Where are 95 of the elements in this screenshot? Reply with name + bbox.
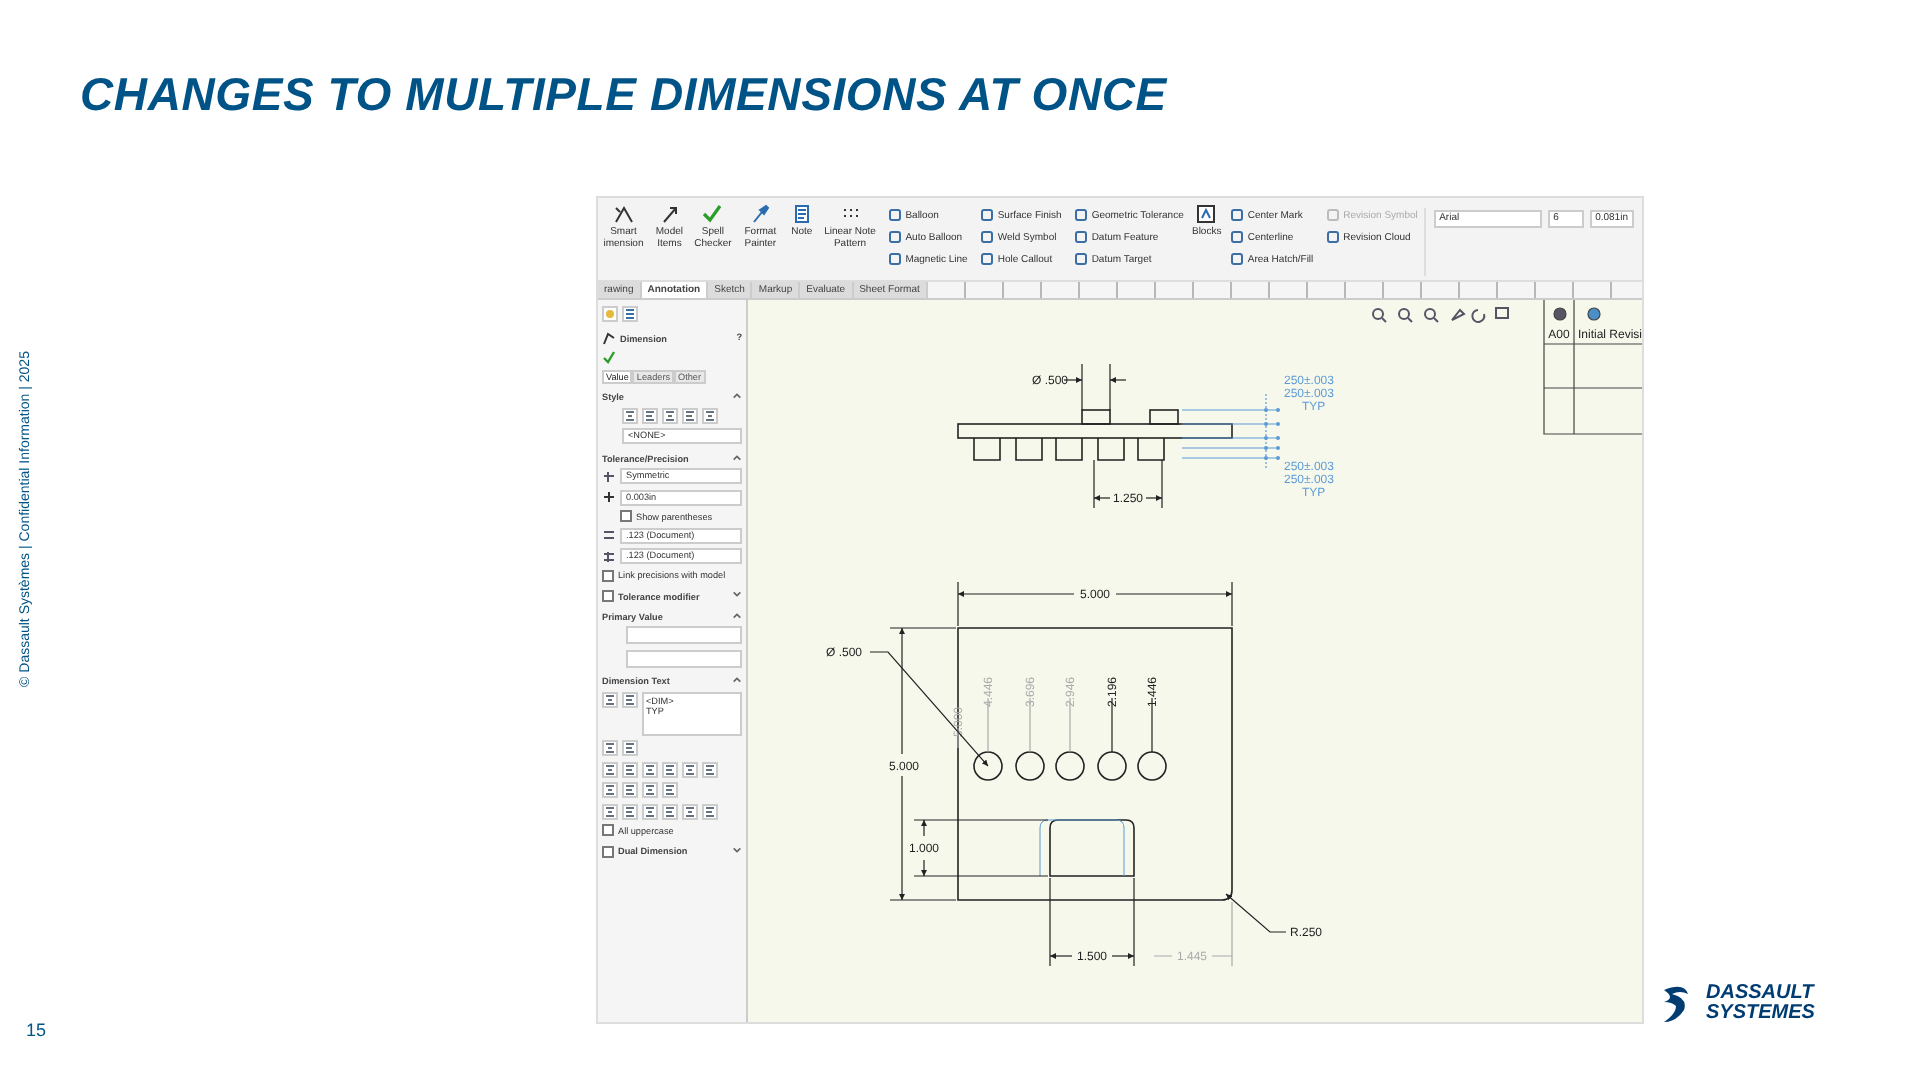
format-icon (624, 742, 636, 754)
page-number: 15 (26, 1020, 47, 1040)
format-button[interactable] (642, 803, 658, 819)
format-icon (684, 805, 696, 817)
slide-title: CHANGES TO MULTIPLE DIMENSIONS AT ONCE (80, 68, 1167, 122)
format-icon (704, 763, 716, 775)
extension-line (1069, 697, 1071, 753)
value-field[interactable] (626, 626, 742, 644)
leader-line (1225, 893, 1287, 933)
format-icon (624, 693, 636, 705)
leader-line (869, 651, 989, 767)
format-button[interactable] (602, 691, 618, 707)
checkmark-icon (702, 204, 723, 224)
format-button[interactable] (662, 803, 678, 819)
format-button[interactable] (642, 782, 658, 798)
extension-line (1029, 697, 1031, 753)
format-icon (644, 763, 656, 775)
format-icon (624, 409, 636, 421)
format-icon (604, 763, 616, 775)
caret-icon[interactable] (732, 845, 742, 853)
format-button[interactable] (622, 691, 638, 707)
format-icon (664, 784, 676, 796)
checkbox[interactable] (620, 510, 632, 522)
tree-tab[interactable] (622, 306, 638, 322)
format-button[interactable] (662, 782, 678, 798)
format-button[interactable] (602, 782, 618, 798)
blocks-icon (1196, 204, 1217, 224)
format-icon (684, 409, 696, 421)
dimension-line (1153, 901, 1233, 967)
preview-outline (1039, 819, 1125, 877)
format-button[interactable] (622, 740, 638, 756)
format-button[interactable] (662, 761, 678, 777)
format-button[interactable] (682, 803, 698, 819)
checkbox[interactable] (602, 824, 614, 836)
checkmark-icon[interactable] (602, 350, 616, 364)
format-icon (664, 763, 676, 775)
precision-icon (602, 549, 616, 563)
format-button[interactable] (682, 407, 698, 423)
caret-icon[interactable] (732, 611, 742, 619)
format-icon (624, 805, 636, 817)
format-button[interactable] (602, 761, 618, 777)
revision-table (1543, 300, 1642, 435)
format-icon (624, 763, 636, 775)
format-button[interactable] (622, 782, 638, 798)
list-icon (624, 308, 636, 320)
caret-icon[interactable] (732, 453, 742, 461)
checkbox[interactable] (602, 845, 614, 857)
format-icon (644, 409, 656, 421)
format-icon (664, 409, 676, 421)
format-icon (624, 784, 636, 796)
value-field[interactable] (626, 649, 742, 667)
format-button[interactable] (622, 803, 638, 819)
format-button[interactable] (622, 407, 638, 423)
selected-extension-lines[interactable] (1181, 393, 1280, 469)
arrow-icon (659, 204, 680, 224)
format-button[interactable] (702, 407, 718, 423)
extension-line (1111, 697, 1113, 753)
format-icon (704, 805, 716, 817)
format-button[interactable] (682, 761, 698, 777)
extension-line (957, 727, 959, 749)
format-icon (664, 805, 676, 817)
format-icon (604, 784, 616, 796)
format-icon (604, 805, 616, 817)
dimension-icon (613, 204, 634, 224)
brush-icon (750, 204, 771, 224)
format-button[interactable] (622, 761, 638, 777)
format-icon (604, 693, 616, 705)
checkbox[interactable] (602, 590, 614, 602)
caret-icon[interactable] (732, 392, 742, 400)
format-button[interactable] (702, 761, 718, 777)
format-icon (704, 409, 716, 421)
format-button[interactable] (642, 407, 658, 423)
extension-line (1151, 697, 1153, 753)
extension-line (987, 697, 989, 753)
view-toolbar-icons[interactable] (1372, 307, 1509, 323)
checkbox[interactable] (602, 569, 614, 581)
plus-icon (602, 490, 616, 504)
dimension-icon (602, 331, 616, 345)
gear-icon (604, 308, 616, 320)
note-icon (791, 204, 812, 224)
caret-icon[interactable] (732, 590, 742, 598)
caret-icon[interactable] (732, 676, 742, 684)
precision-icon (602, 528, 616, 542)
format-button[interactable] (662, 407, 678, 423)
format-button[interactable] (642, 761, 658, 777)
format-icon (644, 784, 656, 796)
logo-text: DASSAULT SYSTEMES (1706, 984, 1815, 1024)
format-icon (604, 742, 616, 754)
format-icon (684, 763, 696, 775)
dimension-line (1093, 459, 1163, 509)
format-icon (644, 805, 656, 817)
format-button[interactable] (602, 803, 618, 819)
tolerance-icon (602, 469, 616, 483)
format-button[interactable] (602, 740, 618, 756)
format-button[interactable] (702, 803, 718, 819)
